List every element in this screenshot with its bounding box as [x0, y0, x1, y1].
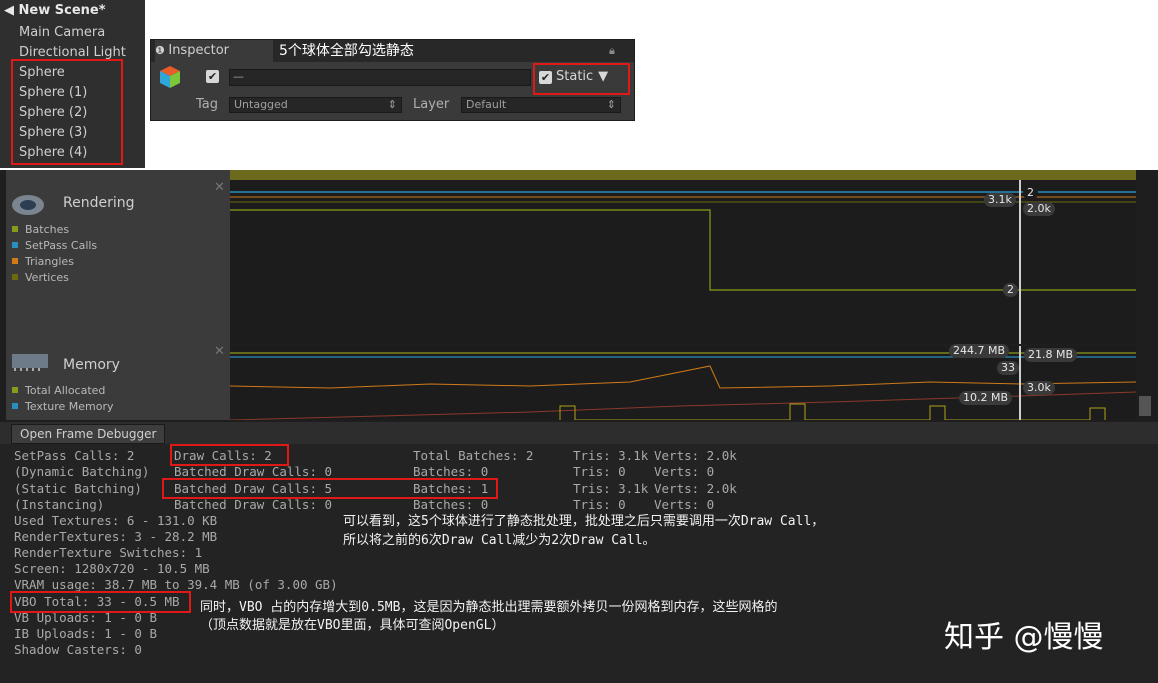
inspector-header: ❶ Inspector 5个球体全部勾选静态 🔒︎ — [151, 40, 634, 62]
scene-title-label: New Scene* — [18, 3, 106, 18]
note-line-1: 可以看到，这5个球体进行了静态批处理，批处理之后只需要调用一次Draw Call… — [343, 510, 825, 529]
value-label-verts: 2.0k — [1023, 202, 1055, 216]
stat-render-textures: RenderTextures: 3 - 28.2 MB — [14, 529, 218, 544]
gameobject-name-field[interactable]: — — [229, 69, 531, 86]
legend-texture-memory[interactable]: Texture Memory — [12, 400, 114, 413]
rendering-title: Rendering — [63, 195, 135, 211]
stat-vram: VRAM usage: 38.7 MB to 39.4 MB (of 3.00 … — [14, 577, 338, 592]
memory-module[interactable]: Memory ✕ Total Allocated Texture Memory — [6, 344, 230, 420]
stat-verts-total: Verts: 2.0k — [654, 448, 737, 463]
scene-title[interactable]: ◀ New Scene* — [4, 3, 106, 18]
stat-static-batching: (Static Batching) — [14, 481, 142, 496]
rendering-icon — [12, 195, 44, 215]
legend-setpass[interactable]: SetPass Calls — [12, 239, 97, 252]
legend-triangles-label: Triangles — [25, 255, 74, 268]
stat-dynamic-batching: (Dynamic Batching) — [14, 464, 150, 479]
watermark: 知乎 @慢慢 — [944, 620, 1104, 655]
legend-triangles[interactable]: Triangles — [12, 255, 74, 268]
hierarchy-item-main-camera[interactable]: Main Camera — [19, 25, 105, 40]
spheres-highlight-box — [11, 59, 123, 165]
hierarchy-item-directional-light[interactable]: Directional Light — [19, 45, 126, 60]
tag-dropdown[interactable]: Untagged ⇕ — [229, 97, 402, 113]
rendering-graph[interactable]: 3.1k 2 2.0k 2 — [230, 180, 1136, 344]
open-frame-debugger-button[interactable]: Open Frame Debugger — [11, 424, 166, 444]
value-label-texture: 21.8 MB — [1024, 348, 1078, 362]
legend-batches-label: Batches — [25, 223, 70, 236]
value-label-gc: 10.2 MB — [959, 391, 1013, 405]
updown-arrow-icon: ⇕ — [387, 98, 397, 111]
stat-instancing: (Instancing) — [14, 497, 105, 512]
legend-setpass-label: SetPass Calls — [25, 239, 98, 252]
tab-inspector[interactable]: ❶ Inspector — [155, 40, 273, 62]
tab-inspector-label: Inspector — [168, 43, 229, 58]
value-label-assets: 3.0k — [1023, 381, 1055, 395]
info-icon: ❶ — [155, 44, 169, 57]
stat-screen: Screen: 1280x720 - 10.5 MB — [14, 561, 210, 576]
value-label-total-allocated: 244.7 MB — [949, 344, 1010, 358]
memory-chip-icon — [12, 354, 48, 371]
value-label-setpass: 2 — [1023, 186, 1038, 200]
active-checkbox[interactable]: ✔ — [206, 70, 219, 83]
inspector-annotation: 5个球体全部勾选静态 — [279, 43, 414, 59]
details-toolbar — [0, 422, 1158, 444]
value-label-tris: 3.1k — [984, 193, 1016, 207]
stat-dynamic-batches: Batches: 0 — [413, 464, 489, 479]
tag-label: Tag — [196, 97, 219, 112]
legend-vertices[interactable]: Vertices — [12, 271, 69, 284]
lock-icon[interactable]: 🔒︎ — [609, 40, 615, 62]
tag-value: Untagged — [234, 98, 288, 111]
layer-label: Layer — [413, 97, 450, 112]
legend-total-allocated-label: Total Allocated — [25, 384, 106, 397]
timeline-strip — [230, 170, 1136, 180]
stat-verts-static: Verts: 2.0k — [654, 481, 737, 496]
stat-total-batches: Total Batches: 2 — [413, 448, 534, 463]
close-icon[interactable]: ✕ — [214, 344, 225, 359]
stat-rt-switches: RenderTexture Switches: 1 — [14, 545, 203, 560]
static-highlight-box — [533, 63, 630, 95]
note-line-2: 所以将之前的6次Draw Call减少为2次Draw Call。 — [343, 533, 656, 548]
legend-batches[interactable]: Batches — [12, 223, 69, 236]
value-label-batches: 2 — [1003, 283, 1018, 297]
close-icon[interactable]: ✕ — [214, 180, 225, 195]
stat-shadow-casters: Shadow Casters: 0 — [14, 642, 142, 657]
updown-arrow-icon: ⇕ — [606, 98, 616, 111]
stat-tris-dynamic: Tris: 0 — [573, 464, 626, 479]
stat-tris-total: Tris: 3.1k — [573, 448, 649, 463]
stat-ib-uploads: IB Uploads: 1 - 0 B — [14, 626, 157, 641]
legend-total-allocated[interactable]: Total Allocated — [12, 384, 105, 397]
graph-scrollbar[interactable] — [1139, 396, 1151, 416]
draw-calls-highlight-box — [170, 444, 289, 466]
static-batching-highlight-box — [162, 478, 498, 499]
layer-dropdown[interactable]: Default ⇕ — [461, 97, 621, 113]
note-line-3: 同时，VBO 占的内存增大到0.5MB，这是因为静态批出理需要额外拷贝一份网格到… — [200, 596, 778, 615]
value-label-objects: 33 — [997, 361, 1019, 375]
stat-used-textures: Used Textures: 6 - 131.0 KB — [14, 513, 218, 528]
memory-title: Memory — [63, 357, 120, 373]
legend-texture-memory-label: Texture Memory — [25, 400, 114, 413]
vbo-highlight-box — [10, 591, 191, 613]
scene-icon: ◀ — [4, 3, 19, 18]
rendering-module[interactable]: Rendering ✕ Batches SetPass Calls Triang… — [6, 178, 230, 344]
stat-dynamic-batched-calls: Batched Draw Calls: 0 — [174, 464, 333, 479]
stat-instancing-batched-calls: Batched Draw Calls: 0 — [174, 497, 333, 512]
memory-graph[interactable]: 244.7 MB 21.8 MB 33 3.0k 10.2 MB — [229, 344, 1137, 421]
gameobject-cube-icon — [159, 65, 181, 89]
stat-setpass: SetPass Calls: 2 — [14, 448, 135, 463]
stat-verts-dynamic: Verts: 0 — [654, 464, 715, 479]
layer-value: Default — [466, 98, 507, 111]
note-line-4: （顶点数据就是放在VBO里面，具体可查阅OpenGL） — [200, 618, 505, 633]
legend-vertices-label: Vertices — [25, 271, 69, 284]
stat-tris-static: Tris: 3.1k — [573, 481, 649, 496]
